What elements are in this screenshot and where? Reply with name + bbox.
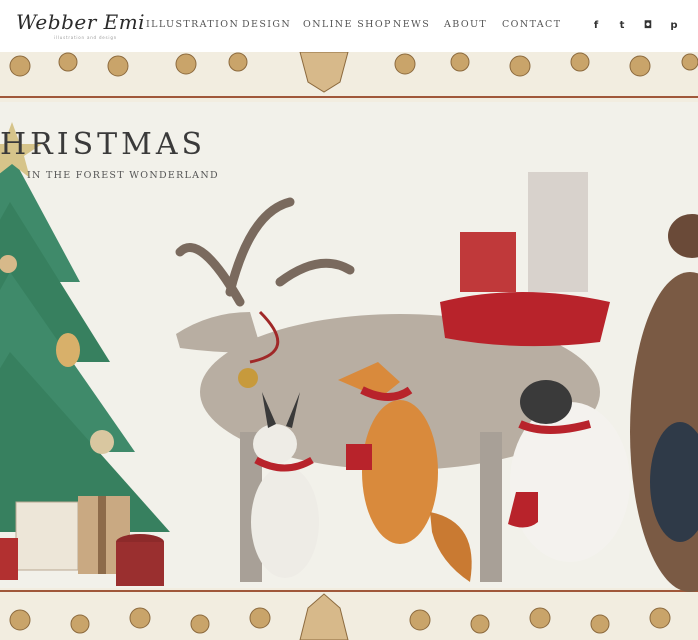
- hero-title: HRISTMAS: [0, 127, 207, 162]
- site-logo[interactable]: Webber Emi illustration and design: [16, 8, 145, 42]
- nav-item-illustration[interactable]: ILLUSTRATION: [146, 19, 239, 30]
- hero-banner: HRISTMAS IN THE FOREST WONDERLAND: [0, 52, 698, 640]
- facebook-icon[interactable]: f: [590, 18, 602, 32]
- nav-item-about[interactable]: ABOUT: [444, 19, 487, 30]
- logo-tagline: illustration and design: [54, 35, 118, 40]
- nav-item-online-shop[interactable]: ONLINE SHOP: [303, 19, 392, 30]
- twitter-icon[interactable]: t: [616, 18, 628, 32]
- nav-item-news[interactable]: NEWS: [393, 19, 430, 30]
- christmas-tree: [0, 122, 170, 532]
- border-ornaments-bottom: [9, 593, 671, 640]
- nav-item-design[interactable]: DESIGN: [242, 19, 291, 30]
- logo-text: Webber Emi: [16, 10, 146, 34]
- border-ornaments-top: [9, 52, 698, 93]
- hero-subtitle: IN THE FOREST WONDERLAND: [27, 170, 219, 181]
- pinterest-icon[interactable]: p: [668, 18, 680, 32]
- sheep: [508, 380, 630, 562]
- instagram-icon[interactable]: ◘: [642, 18, 654, 32]
- nav-item-contact[interactable]: CONTACT: [502, 19, 561, 30]
- bear: [630, 214, 698, 592]
- site-header: Webber Emi illustration and design ILLUS…: [0, 0, 698, 52]
- reindeer-blanket: [440, 172, 610, 347]
